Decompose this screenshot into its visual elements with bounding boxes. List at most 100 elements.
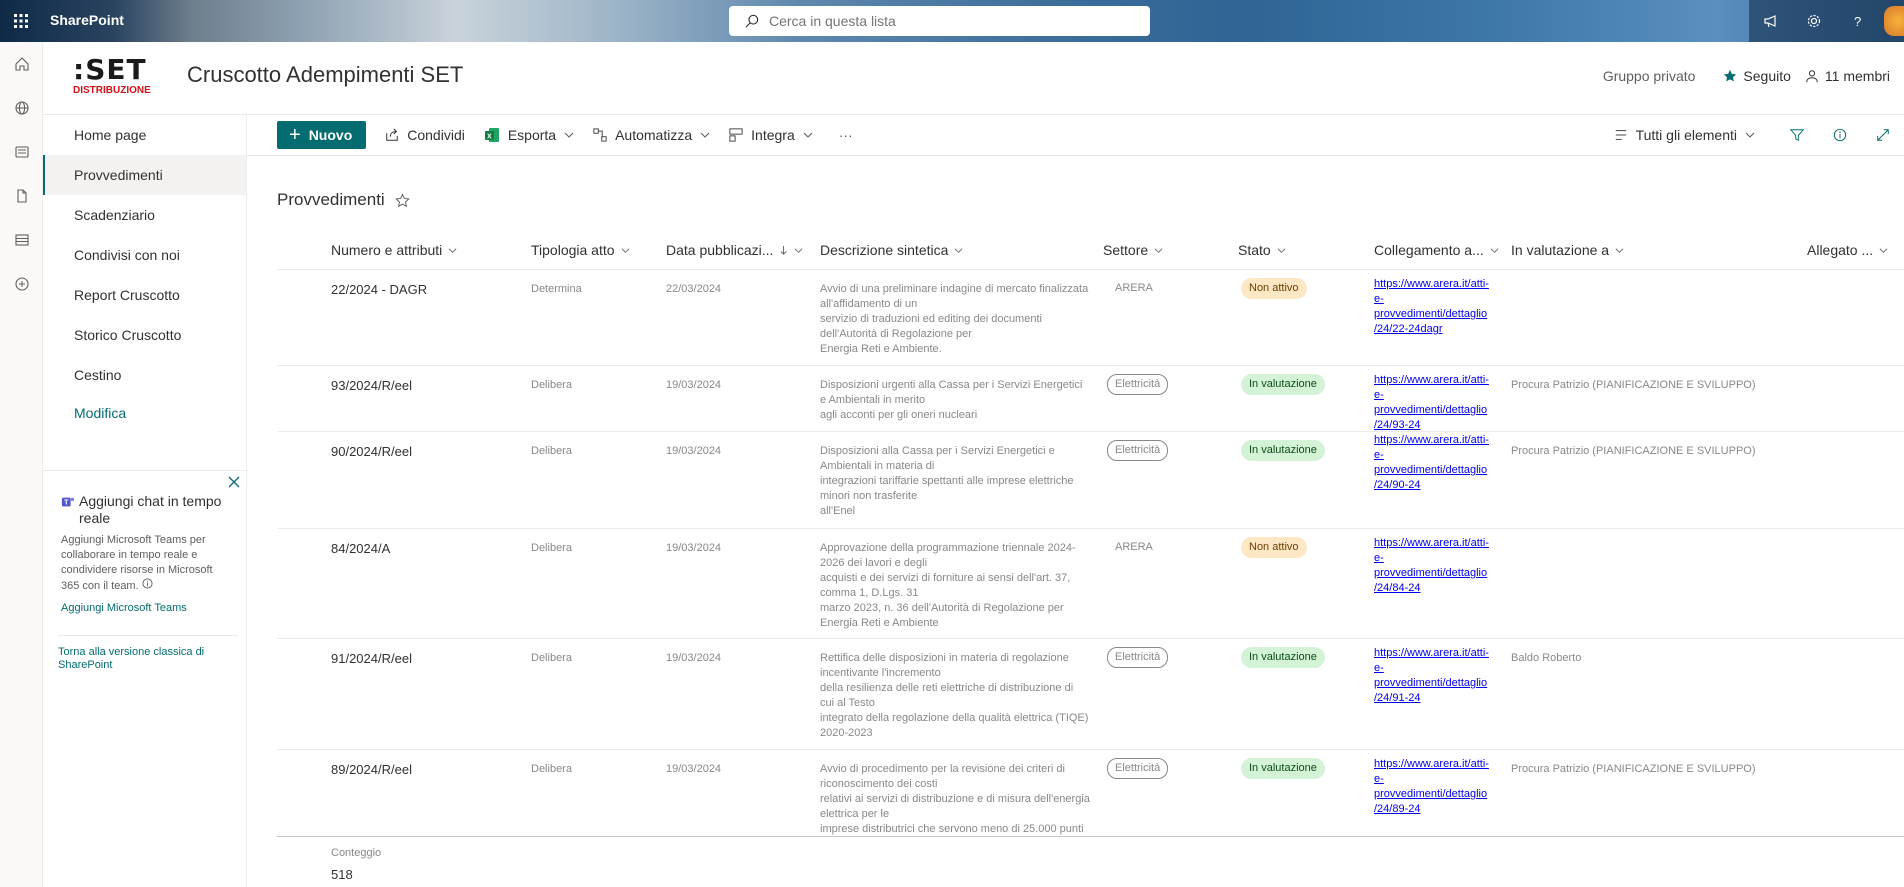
nav-item-report[interactable]: Report Cruscotto — [43, 275, 246, 315]
link-line[interactable]: provvedimenti/dettaglio — [1374, 677, 1487, 689]
table-row[interactable]: 89/2024/R/eel Delibera 19/03/2024 Avvio … — [277, 750, 1904, 836]
column-header-settore[interactable]: Settore — [1103, 242, 1163, 258]
document-icon[interactable] — [0, 174, 43, 218]
info-icon[interactable] — [142, 578, 153, 594]
left-navigation: Home page Provvedimenti Scadenziario Con… — [43, 115, 247, 887]
nav-item-cestino[interactable]: Cestino — [43, 355, 246, 395]
link-line[interactable]: https://www.arera.it/atti- — [1374, 374, 1489, 386]
more-button[interactable]: ··· — [839, 127, 853, 143]
info-pane-icon[interactable] — [1818, 121, 1861, 149]
cell-numero[interactable]: 91/2024/R/eel — [331, 651, 412, 666]
nav-item-storico[interactable]: Storico Cruscotto — [43, 315, 246, 355]
link-line[interactable]: provvedimenti/dettaglio — [1374, 404, 1487, 416]
settings-gear-icon[interactable] — [1792, 0, 1835, 42]
cell-tipologia: Delibera — [531, 445, 572, 457]
link-line[interactable]: e- — [1374, 773, 1384, 785]
help-icon[interactable]: ? — [1835, 0, 1878, 42]
link-line[interactable]: provvedimenti/dettaglio — [1374, 567, 1487, 579]
home-icon[interactable] — [0, 42, 43, 86]
column-header-valutazione[interactable]: In valutazione a — [1511, 242, 1624, 258]
create-icon[interactable] — [0, 262, 43, 306]
link-line[interactable]: /24/84-24 — [1374, 582, 1420, 594]
nav-item-condivisi[interactable]: Condivisi con noi — [43, 235, 246, 275]
list-footer: Conteggio 518 — [277, 836, 1904, 887]
link-line[interactable]: /24/93-24 — [1374, 419, 1420, 431]
nav-item-home[interactable]: Home page — [43, 115, 246, 155]
user-avatar[interactable] — [1878, 0, 1904, 42]
link-line[interactable]: e- — [1374, 449, 1384, 461]
link-line[interactable]: https://www.arera.it/atti- — [1374, 278, 1489, 290]
column-header-numero[interactable]: Numero e attributi — [331, 242, 457, 258]
link-line[interactable]: https://www.arera.it/atti- — [1374, 537, 1489, 549]
link-line[interactable]: /24/91-24 — [1374, 692, 1420, 704]
search-box[interactable] — [729, 6, 1150, 36]
link-line[interactable]: e- — [1374, 662, 1384, 674]
members-button[interactable]: 11 membri — [1805, 68, 1890, 84]
search-input[interactable] — [769, 13, 1129, 29]
classic-view-link[interactable]: Torna alla versione classica di SharePoi… — [58, 635, 238, 672]
column-label: Descrizione sintetica — [820, 242, 949, 258]
link-line[interactable]: provvedimenti/dettaglio — [1374, 788, 1487, 800]
column-header-allegato[interactable]: Allegato ... — [1807, 242, 1888, 258]
link-line[interactable]: https://www.arera.it/atti- — [1374, 758, 1489, 770]
cell-numero[interactable]: 22/2024 - DAGR — [331, 282, 427, 297]
link-line[interactable]: e- — [1374, 389, 1384, 401]
cell-numero[interactable]: 90/2024/R/eel — [331, 444, 412, 459]
nav-item-provvedimenti[interactable]: Provvedimenti — [43, 155, 246, 195]
integrate-button[interactable]: Integra — [729, 127, 813, 143]
link-line[interactable]: provvedimenti/dettaglio — [1374, 308, 1487, 320]
close-icon[interactable] — [227, 475, 241, 492]
site-logo[interactable]: :SET DISTRIBUZIONE — [73, 56, 163, 100]
automate-button[interactable]: Automatizza — [593, 127, 710, 143]
nav-edit-link[interactable]: Modifica — [43, 395, 246, 431]
sharepoint-brand[interactable]: SharePoint — [50, 12, 124, 28]
filter-icon[interactable] — [1775, 121, 1818, 149]
cell-link: https://www.arera.it/atti-e-provvediment… — [1374, 536, 1514, 596]
star-outline-icon[interactable] — [394, 192, 410, 208]
link-line[interactable]: /24/89-24 — [1374, 803, 1420, 815]
teams-card-description: Aggiungi Microsoft Teams per collaborare… — [61, 534, 213, 592]
news-icon[interactable] — [0, 130, 43, 174]
column-header-descrizione[interactable]: Descrizione sintetica — [820, 242, 963, 258]
view-selector[interactable]: Tutti gli elementi — [1614, 127, 1755, 143]
column-header-stato[interactable]: Stato — [1238, 242, 1286, 258]
chevron-down-icon — [448, 247, 457, 253]
table-row[interactable]: 93/2024/R/eel Delibera 19/03/2024 Dispos… — [277, 366, 1904, 432]
follow-label: Seguito — [1743, 68, 1791, 84]
link-line[interactable]: https://www.arera.it/atti- — [1374, 647, 1489, 659]
share-button[interactable]: Condividi — [385, 127, 465, 143]
cell-stato: In valutazione — [1241, 647, 1325, 668]
add-teams-link[interactable]: Aggiungi Microsoft Teams — [61, 602, 229, 614]
site-title[interactable]: Cruscotto Adempimenti SET — [187, 62, 463, 88]
expand-icon[interactable] — [1861, 121, 1904, 149]
link-line[interactable]: provvedimenti/dettaglio — [1374, 464, 1487, 476]
cell-numero[interactable]: 93/2024/R/eel — [331, 378, 412, 393]
table-row[interactable]: 91/2024/R/eel Delibera 19/03/2024 Rettif… — [277, 639, 1904, 750]
link-line[interactable]: /24/22-24dagr — [1374, 323, 1443, 335]
follow-button[interactable]: Seguito — [1723, 68, 1791, 84]
svg-text:X: X — [487, 134, 492, 141]
globe-icon[interactable] — [0, 86, 43, 130]
new-button[interactable]: + Nuovo — [277, 121, 367, 149]
cell-numero[interactable]: 89/2024/R/eel — [331, 762, 412, 777]
column-label: Allegato ... — [1807, 242, 1874, 258]
cell-numero[interactable]: 84/2024/A — [331, 541, 390, 556]
table-row[interactable]: 90/2024/R/eel Delibera 19/03/2024 Dispos… — [277, 432, 1904, 529]
nav-item-scadenziario[interactable]: Scadenziario — [43, 195, 246, 235]
sort-descending-icon — [780, 245, 787, 255]
megaphone-icon[interactable] — [1749, 0, 1792, 42]
link-line[interactable]: /24/90-24 — [1374, 479, 1420, 491]
table-row[interactable]: 84/2024/A Delibera 19/03/2024 Approvazio… — [277, 529, 1904, 639]
link-line[interactable]: https://www.arera.it/atti- — [1374, 434, 1489, 446]
chevron-down-icon — [803, 132, 813, 138]
column-header-data[interactable]: Data pubblicazi... — [666, 242, 803, 258]
app-launcher-icon[interactable] — [0, 0, 42, 42]
status-badge: Non attivo — [1241, 278, 1307, 299]
list-icon[interactable] — [0, 218, 43, 262]
column-header-collegamento[interactable]: Collegamento a... — [1374, 242, 1499, 258]
link-line[interactable]: e- — [1374, 293, 1384, 305]
export-button[interactable]: X Esporta — [484, 127, 574, 143]
link-line[interactable]: e- — [1374, 552, 1384, 564]
column-header-tipologia[interactable]: Tipologia atto — [531, 242, 630, 258]
table-row[interactable]: 22/2024 - DAGR Determina 22/03/2024 Avvi… — [277, 270, 1904, 366]
